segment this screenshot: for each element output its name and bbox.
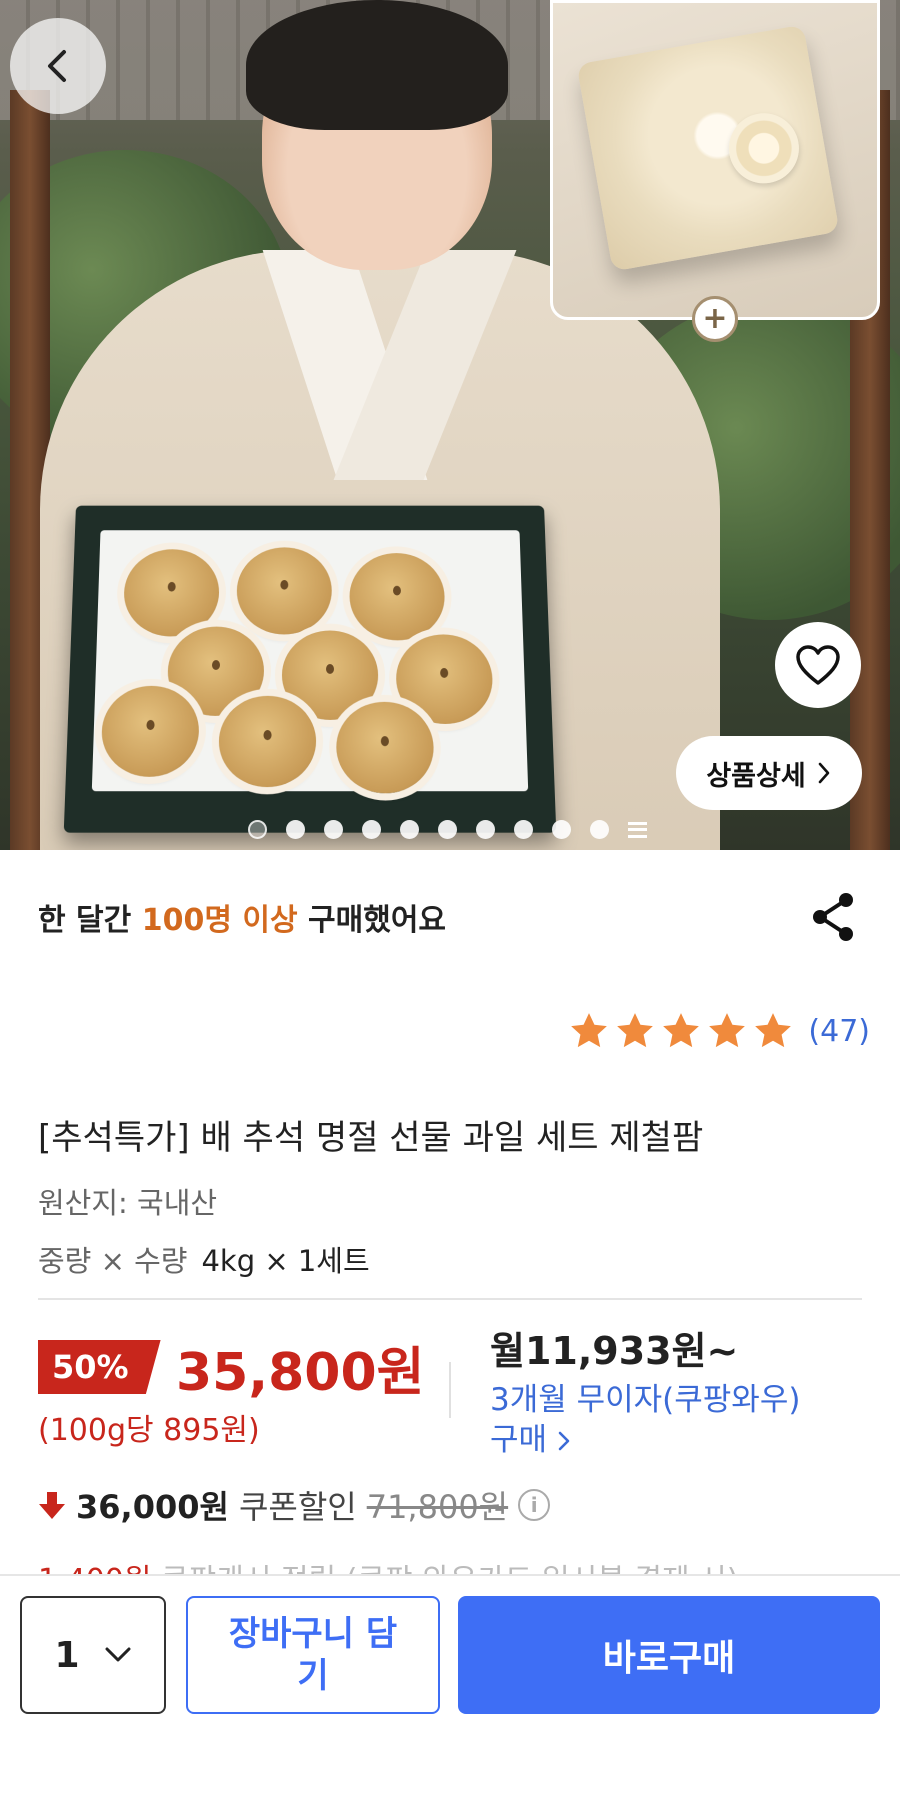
pear	[218, 695, 317, 788]
arrow-down-icon	[39, 1492, 65, 1519]
carousel-dot[interactable]	[438, 820, 457, 839]
purchase-count-highlight: 100명 이상	[141, 903, 298, 938]
purchase-count-suffix: 구매했어요	[297, 903, 447, 938]
heart-icon	[796, 645, 840, 685]
purchase-count-prefix: 한 달간	[38, 903, 142, 938]
pear-tray	[91, 530, 529, 794]
spec-value: 4kg × 1세트	[201, 1244, 370, 1278]
product-image-carousel[interactable]: + 상품상세	[0, 0, 900, 850]
carousel-dot[interactable]	[476, 820, 495, 839]
product-spec: 중량 × 수량 4kg × 1세트	[38, 1238, 370, 1280]
info-icon[interactable]: i	[518, 1489, 551, 1521]
sale-price: 35,800원	[176, 1343, 425, 1403]
carousel-dot[interactable]	[324, 820, 343, 839]
product-detail-button[interactable]: 상품상세	[676, 736, 862, 810]
pear	[236, 547, 332, 635]
discount-badge: 50%	[38, 1340, 161, 1394]
star-icon	[663, 1013, 700, 1048]
pear	[336, 701, 435, 794]
pear-gift-box	[63, 505, 557, 833]
carousel-dot[interactable]	[514, 820, 533, 839]
plus-icon[interactable]: +	[692, 296, 738, 342]
original-price: 71,800원	[366, 1488, 509, 1526]
share-button[interactable]	[808, 890, 858, 944]
bojagi-gift-wrap	[576, 24, 840, 272]
carousel-dot[interactable]	[248, 820, 267, 839]
quantity-select[interactable]: 1	[20, 1596, 166, 1714]
buy-now-button[interactable]: 바로구매	[458, 1596, 880, 1714]
chevron-left-icon	[48, 50, 66, 82]
gift-wrap-thumbnail[interactable]	[550, 0, 880, 320]
quantity-value: 1	[54, 1634, 80, 1676]
carousel-dot[interactable]	[590, 820, 609, 839]
installment-label: 3개월 무이자(쿠팡와우) 구매	[490, 1382, 801, 1458]
model-hair	[246, 0, 508, 130]
purchase-bar: 1 장바구니 담기 바로구매	[0, 1574, 900, 1816]
chevron-down-icon	[105, 1647, 131, 1662]
star-icon	[617, 1013, 654, 1048]
coupon-price: 36,000원	[76, 1488, 229, 1526]
vertical-divider	[449, 1362, 451, 1418]
carousel-dot[interactable]	[552, 820, 571, 839]
gift-knot	[723, 107, 805, 189]
unit-price: (100g당 895원)	[38, 1413, 260, 1448]
star-icon	[755, 1013, 792, 1048]
chevron-right-icon	[558, 1431, 570, 1451]
purchase-count-banner: 한 달간 100명 이상 구매했어요	[38, 895, 446, 939]
rating-summary[interactable]: (47)	[568, 1010, 870, 1052]
menu-icon[interactable]	[628, 821, 647, 838]
pear	[122, 549, 220, 637]
coupon-row: 36,000원 쿠폰할인 71,800원 i	[38, 1482, 551, 1528]
star-icon	[571, 1013, 608, 1048]
installment-link[interactable]: 3개월 무이자(쿠팡와우) 구매	[490, 1380, 810, 1460]
coupon-label: 쿠폰할인	[238, 1488, 357, 1526]
carousel-dot[interactable]	[362, 820, 381, 839]
product-origin: 원산지: 국내산	[38, 1186, 218, 1220]
add-to-cart-button[interactable]: 장바구니 담기	[186, 1596, 440, 1714]
monthly-price: 월11,933원~	[490, 1329, 739, 1373]
share-icon	[813, 893, 853, 941]
product-detail-label: 상품상세	[706, 760, 806, 792]
carousel-dot[interactable]	[286, 820, 305, 839]
star-icon	[709, 1013, 746, 1048]
wishlist-button[interactable]	[775, 622, 861, 708]
pear	[349, 553, 446, 641]
product-title: [추석특가] 배 추석 명절 선물 과일 세트 제철팜	[38, 1118, 704, 1158]
spec-label: 중량 × 수량	[38, 1244, 188, 1278]
review-count[interactable]: (47)	[808, 1014, 870, 1049]
chevron-right-icon	[818, 762, 829, 784]
carousel-dot[interactable]	[400, 820, 419, 839]
back-button[interactable]	[10, 18, 106, 114]
cashback-row: 1,400원 쿠팡캐시 적립 (쿠팡 와우카드 일시불 결제 시)	[38, 1555, 862, 1575]
divider	[38, 1298, 862, 1300]
pear	[100, 685, 200, 777]
carousel-indicator	[248, 820, 647, 839]
